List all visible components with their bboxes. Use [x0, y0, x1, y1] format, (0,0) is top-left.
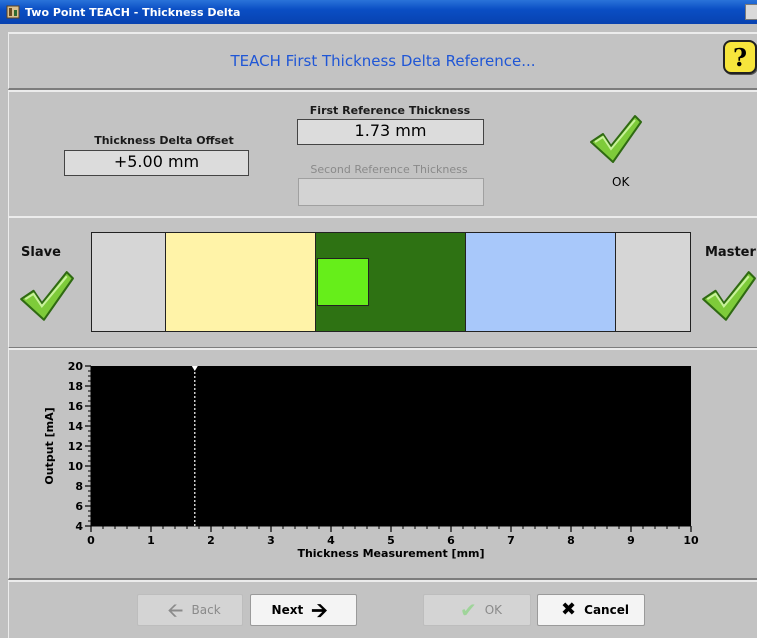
offset-value: +5.00 mm	[64, 150, 249, 176]
master-label: Master	[705, 245, 756, 260]
y-tick-label: 6	[75, 500, 83, 513]
x-tick-label: 10	[683, 534, 699, 547]
x-tick-label: 2	[207, 534, 215, 547]
cancel-button[interactable]: ✖ Cancel	[537, 594, 645, 626]
window-control-button[interactable]	[745, 4, 757, 20]
y-tick-label: 14	[68, 420, 84, 433]
y-tick-label: 20	[68, 360, 84, 373]
second-reference-value	[298, 178, 484, 206]
x-axis-label: Thickness Measurement [mm]	[297, 547, 484, 560]
ok-check-icon	[587, 112, 643, 172]
x-tick-label: 0	[87, 534, 95, 547]
x-tick-label: 3	[267, 534, 275, 547]
help-icon: ?	[732, 42, 748, 72]
offset-label: Thickness Delta Offset	[94, 134, 234, 147]
zone-segment-1	[92, 233, 166, 331]
x-tick-label: 8	[567, 534, 575, 547]
x-tick-label: 5	[387, 534, 395, 547]
header-panel: TEACH First Thickness Delta Reference...…	[8, 32, 757, 90]
check-icon: ✔	[459, 598, 477, 622]
slave-label: Slave	[21, 245, 61, 260]
x-tick-label: 1	[147, 534, 155, 547]
ok-button[interactable]: ✔ OK	[423, 594, 531, 626]
close-icon: ✖	[561, 599, 577, 620]
help-button[interactable]: ?	[723, 40, 757, 74]
first-reference-label: First Reference Thickness	[309, 104, 471, 117]
y-tick-label: 12	[68, 440, 83, 453]
plot-area	[91, 366, 691, 526]
y-tick-label: 18	[68, 380, 83, 393]
zone-bar	[91, 232, 691, 332]
y-tick-label: 8	[75, 480, 83, 493]
chart-panel: 0 1 2 3 4 5 6 7 8 9 10 4 6 8 10 12 14 16 18 20 Thickness Mea…	[8, 348, 757, 580]
output-chart: 0 1 2 3 4 5 6 7 8 9 10468101214161820Thickness Mea…	[43, 360, 699, 560]
y-axis-label: Output [mA]	[43, 407, 56, 484]
next-button[interactable]: Next 🡪	[250, 594, 357, 626]
app-icon	[6, 5, 20, 19]
back-button[interactable]: 🡨 Back	[137, 594, 243, 626]
reference-info-panel: Thickness Delta Offset +5.00 mm First Re…	[8, 90, 757, 218]
arrow-right-icon: 🡪	[311, 598, 328, 622]
button-bar: 🡨 Back Next 🡪 ✔ OK ✖ Cancel	[8, 580, 757, 638]
second-reference-label: Second Reference Thickness	[310, 163, 468, 176]
zone-panel: Slave Master	[8, 216, 757, 349]
arrow-left-icon: 🡨	[167, 598, 184, 622]
title-bar: Two Point TEACH - Thickness Delta	[0, 0, 757, 24]
y-tick-label: 4	[75, 520, 83, 533]
zone-segment-4	[466, 233, 616, 331]
position-indicator	[317, 258, 369, 306]
zone-segment-2	[166, 233, 316, 331]
window-title: Two Point TEACH - Thickness Delta	[25, 5, 241, 19]
x-tick-label: 4	[327, 534, 335, 547]
zone-segment-5	[616, 233, 690, 331]
x-tick-label: 9	[627, 534, 635, 547]
slave-check-icon	[17, 268, 75, 330]
x-tick-label: 6	[447, 534, 455, 547]
y-tick-label: 16	[68, 400, 84, 413]
y-tick-label: 10	[68, 460, 84, 473]
page-heading: TEACH First Thickness Delta Reference...	[230, 52, 536, 70]
first-reference-value: 1.73 mm	[297, 119, 484, 145]
x-tick-label: 7	[507, 534, 515, 547]
master-check-icon	[699, 268, 757, 330]
ok-status-label: OK	[612, 175, 630, 189]
